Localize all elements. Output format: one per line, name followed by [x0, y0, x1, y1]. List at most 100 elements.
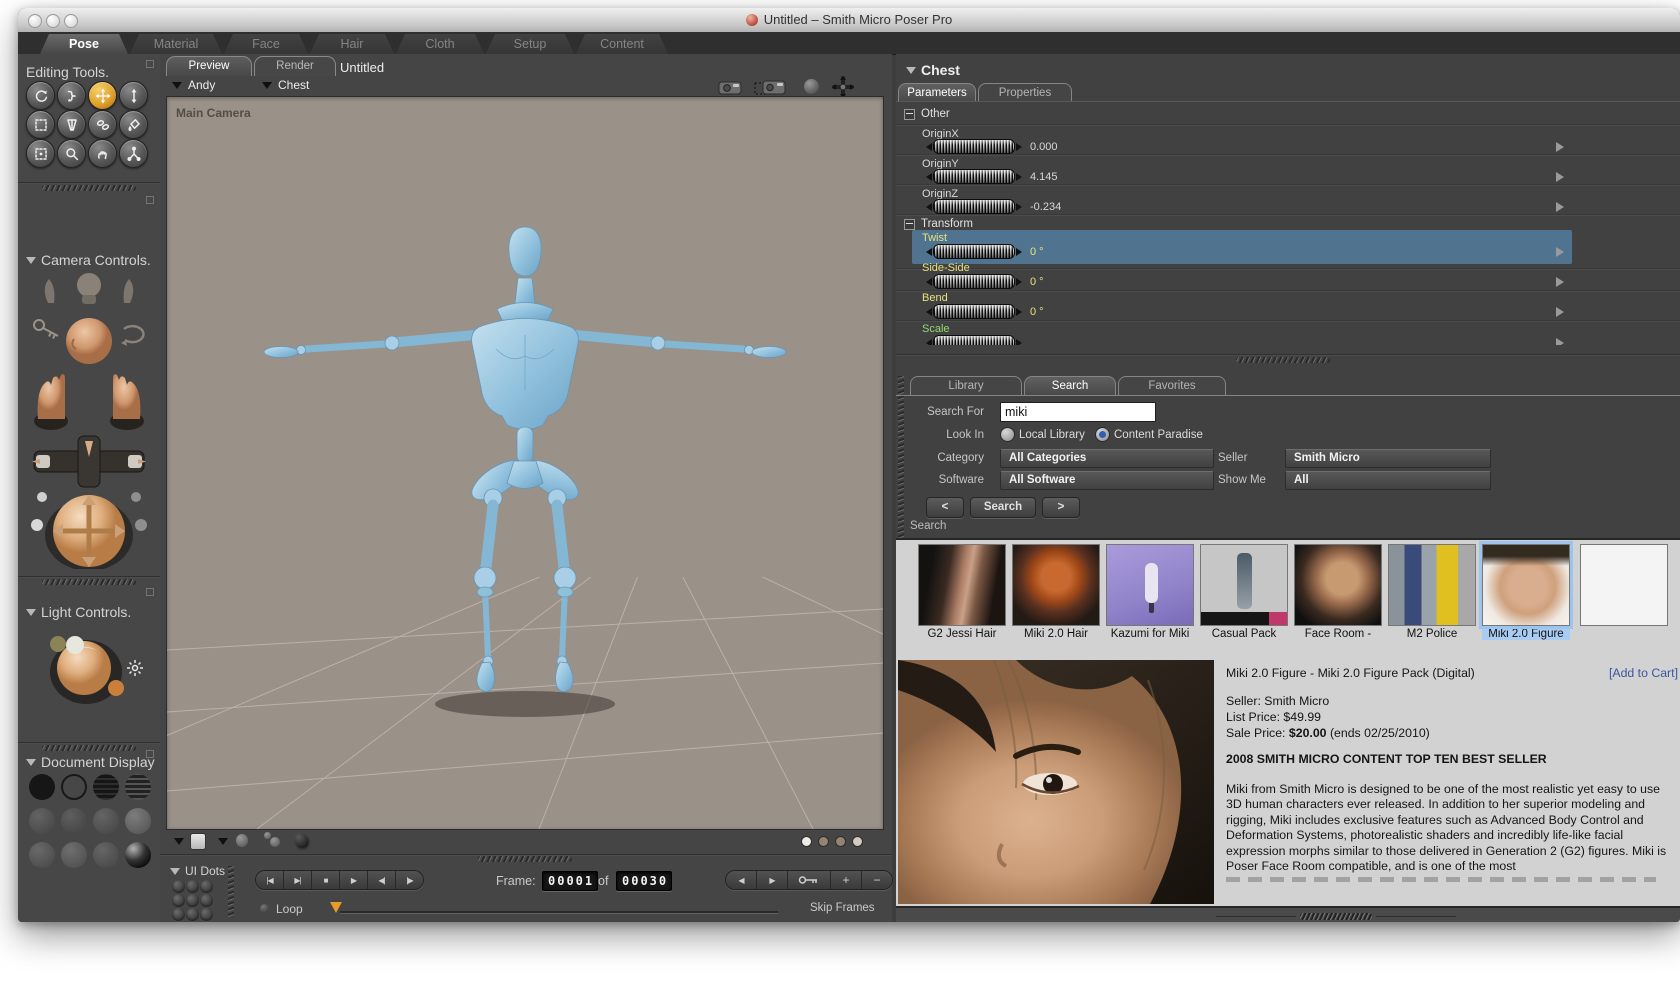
display-mode-smooth-shaded[interactable]	[29, 842, 55, 868]
loop-toggle[interactable]	[260, 904, 269, 913]
display-mode-flat-shaded[interactable]	[61, 808, 87, 834]
select-camera-icon[interactable]	[754, 78, 788, 95]
stop-button[interactable]: ■	[312, 871, 340, 889]
go-last-frame-button[interactable]: ▶|	[284, 871, 312, 889]
display-mode-hidden-line[interactable]	[125, 774, 151, 800]
tab-preview[interactable]: Preview	[166, 56, 252, 76]
twist-tool-icon[interactable]	[57, 81, 86, 110]
divider-grip[interactable]	[42, 745, 136, 751]
ui-dot[interactable]	[186, 908, 199, 921]
delete-keyframe-button[interactable]: −	[862, 871, 892, 889]
divider-grip[interactable]	[1236, 357, 1330, 363]
tab-face[interactable]: Face	[224, 34, 308, 54]
tracking-ball-icon[interactable]	[236, 834, 248, 847]
chain-break-tool-icon[interactable]	[88, 110, 117, 139]
tab-render[interactable]: Render	[254, 56, 336, 76]
go-first-frame-button[interactable]: |◀	[256, 871, 284, 889]
scrollbar-grip[interactable]	[1216, 913, 1456, 920]
translate-in-out-tool-icon[interactable]	[119, 81, 148, 110]
tab-material[interactable]: Material	[130, 34, 222, 54]
thumb-image[interactable]	[1388, 544, 1476, 626]
group-other[interactable]: Other	[904, 108, 950, 120]
viewport-canvas[interactable]: Main Camera	[166, 96, 884, 830]
tab-pose[interactable]: Pose	[40, 34, 128, 54]
display-mode-silhouette[interactable]	[29, 774, 55, 800]
direct-manipulation-tool-icon[interactable]	[119, 139, 148, 168]
memory-dot-1[interactable]	[801, 836, 812, 847]
panel-collapse-box[interactable]	[146, 60, 154, 68]
memory-dot-4[interactable]	[852, 836, 863, 847]
tab-parameters[interactable]: Parameters	[898, 83, 976, 102]
tab-setup[interactable]: Setup	[486, 34, 574, 54]
multi-ball-icon[interactable]	[270, 837, 280, 847]
total-frames-field[interactable]: 00030	[616, 871, 673, 891]
memory-dot-3[interactable]	[835, 836, 846, 847]
search-result-thumb[interactable]: Kazumi for Miki	[1106, 544, 1194, 640]
display-mode-sketch-shaded[interactable]	[93, 842, 119, 868]
background-chip[interactable]	[190, 833, 206, 850]
param-options-arrow[interactable]	[1556, 277, 1564, 287]
side-side-dial[interactable]	[926, 274, 1022, 289]
param-value[interactable]: 0.000	[1030, 141, 1058, 153]
param-options-arrow[interactable]	[1556, 247, 1564, 257]
translate-pull-tool-icon[interactable]	[88, 81, 117, 110]
display-mode-cartoon[interactable]	[125, 808, 151, 834]
divider-grip[interactable]	[42, 579, 136, 585]
ui-dot[interactable]	[186, 894, 199, 907]
prev-page-button[interactable]: <	[926, 497, 964, 518]
show-me-dropdown[interactable]: All	[1285, 471, 1491, 490]
originz-dial[interactable]	[926, 199, 1022, 214]
param-options-arrow[interactable]	[1556, 202, 1564, 212]
add-keyframe-button[interactable]: +	[831, 871, 862, 889]
thumb-image[interactable]	[1479, 541, 1573, 629]
ui-dot[interactable]	[172, 908, 185, 921]
local-library-label[interactable]: Local Library	[1019, 429, 1085, 441]
panel-collapse-box[interactable]	[146, 196, 154, 204]
content-paradise-radio[interactable]	[1095, 427, 1110, 442]
display-mode-outline[interactable]	[61, 774, 87, 800]
trackball-icon[interactable]	[804, 79, 819, 94]
camera-controls-cluster[interactable]	[26, 269, 152, 569]
collapse-group-icon[interactable]	[904, 108, 915, 120]
view-magnifier-tool-icon[interactable]	[57, 139, 86, 168]
move-camera-icon[interactable]	[832, 76, 854, 98]
display-mode-texture-shaded[interactable]	[125, 842, 151, 868]
ui-dot[interactable]	[200, 880, 213, 893]
title-bar[interactable]: Untitled – Smith Micro Poser Pro	[18, 8, 1680, 33]
edit-forward-button[interactable]: ▶	[757, 871, 788, 889]
collapse-group-icon[interactable]	[904, 218, 915, 230]
param-value[interactable]: 0 °	[1030, 246, 1044, 258]
originy-dial[interactable]	[926, 169, 1022, 184]
param-options-arrow[interactable]	[1556, 307, 1564, 317]
search-result-thumb-partial[interactable]	[1580, 544, 1668, 626]
category-dropdown[interactable]: All Categories	[1000, 449, 1214, 468]
thumb-image[interactable]	[1012, 544, 1100, 626]
content-paradise-label[interactable]: Content Paradise	[1114, 429, 1203, 441]
tab-hair[interactable]: Hair	[310, 34, 394, 54]
thumb-image[interactable]	[918, 544, 1006, 626]
tracking-menu-icon[interactable]	[218, 838, 228, 845]
grouping-tool-icon[interactable]	[26, 139, 55, 168]
search-input[interactable]	[1000, 402, 1156, 422]
ui-dot[interactable]	[200, 908, 213, 921]
bend-dial[interactable]	[926, 304, 1022, 319]
next-page-button[interactable]: >	[1042, 497, 1080, 518]
shadow-ball-icon[interactable]	[294, 833, 307, 846]
seller-dropdown[interactable]: Smith Micro	[1285, 449, 1491, 468]
morphing-tool-icon[interactable]	[88, 139, 117, 168]
ui-dot[interactable]	[172, 880, 185, 893]
param-value[interactable]: 0 °	[1030, 276, 1044, 288]
search-result-thumb[interactable]: G2 Jessi Hair	[918, 544, 1006, 640]
tab-content[interactable]: Content	[576, 34, 668, 54]
scale-dial[interactable]	[926, 335, 1022, 345]
display-mode-lit-wireframe[interactable]	[29, 808, 55, 834]
multi-ball-icon[interactable]	[264, 832, 271, 839]
param-value[interactable]: 4.145	[1030, 171, 1058, 183]
color-tool-icon[interactable]	[119, 110, 148, 139]
display-mode-wireframe[interactable]	[93, 774, 119, 800]
ui-dot[interactable]	[200, 894, 213, 907]
scale-tool-icon[interactable]	[26, 110, 55, 139]
vertical-grip[interactable]	[228, 866, 234, 918]
ui-dot[interactable]	[186, 880, 199, 893]
search-button[interactable]: Search	[970, 497, 1036, 518]
